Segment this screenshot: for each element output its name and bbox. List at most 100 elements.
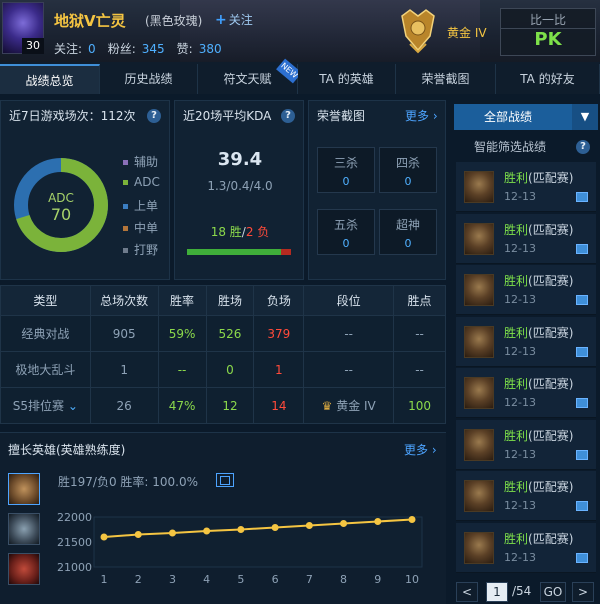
likes-label: 赞: (176, 42, 193, 56)
col-points: 胜点 (393, 285, 446, 316)
match-result: 胜利(匹配赛) (504, 274, 574, 288)
page-input[interactable]: 1 (486, 582, 508, 602)
heroes-more-link[interactable]: 更多 › (404, 441, 437, 458)
image-icon[interactable] (576, 501, 588, 511)
ranked-type-cell[interactable]: S5排位赛 ⌄ (0, 387, 91, 424)
match-date: 12-13 (504, 344, 536, 358)
tab-bar: 战绩总览 历史战绩 符文天赋 NEW TA 的英雄 荣誉截图 TA 的好友 (0, 58, 600, 94)
tab-friends[interactable]: TA 的好友 (496, 64, 600, 94)
match-date: 12-13 (504, 499, 536, 512)
follow-label: 关注 (228, 13, 253, 27)
hero-thumb-2[interactable] (8, 513, 40, 545)
tab-honor-screenshots[interactable]: 荣誉截图 (396, 64, 496, 94)
triple-kill-box: 三杀 0 (317, 147, 375, 193)
chevron-right-icon: › (431, 443, 437, 457)
data-point (340, 520, 348, 527)
server-name: (黑色玫瑰) (145, 14, 203, 28)
list-item[interactable]: 胜利(匹配赛) 12-13 (456, 316, 596, 367)
image-icon[interactable] (576, 295, 588, 305)
list-item[interactable]: 胜利(匹配赛) 12-13 (456, 265, 596, 315)
champion-avatar (464, 428, 494, 461)
mastery-line-chart: 22000 21500 21000 1 2 3 4 5 6 7 8 9 10 (57, 511, 423, 586)
tab-history[interactable]: 历史战绩 (100, 64, 198, 94)
image-icon[interactable] (576, 552, 588, 563)
match-date: 12-13 (504, 190, 536, 203)
legend-top: 上单 (123, 197, 158, 214)
list-item[interactable]: 胜利(匹配赛) 12-13 (456, 419, 596, 470)
col-tier: 段位 (303, 285, 395, 316)
page-total: /54 (512, 584, 532, 598)
champion-avatar (464, 171, 494, 203)
chart-plot-area (93, 516, 423, 568)
list-item[interactable]: 胜利(匹配赛) 12-13 (456, 213, 596, 264)
list-item[interactable]: 胜利(匹配赛) 12-13 (456, 471, 596, 521)
champion-avatar (464, 531, 494, 564)
match-result: 胜利(匹配赛) (504, 428, 574, 443)
legend-support: 辅助 (123, 153, 158, 170)
compare-title: 比一比 (501, 11, 595, 29)
image-icon[interactable] (576, 398, 588, 408)
go-button[interactable]: GO (540, 582, 566, 602)
smart-filter-link[interactable]: 智能筛选战绩 (474, 138, 546, 155)
chevron-down-icon[interactable]: ▼ (572, 104, 598, 130)
help-icon[interactable]: ? (576, 140, 590, 154)
image-icon[interactable] (576, 243, 588, 254)
honor-title: 荣誉截图 (317, 109, 366, 123)
help-icon[interactable]: ? (281, 109, 295, 123)
x-tick-label: 8 (340, 573, 347, 586)
hero-thumb-1[interactable] (8, 473, 40, 505)
match-result: 胜利(匹配赛) (504, 531, 574, 546)
kda-value: 39.4 (217, 149, 263, 170)
win-loss-text: 18 胜/2 负 (210, 225, 270, 239)
follow-button[interactable]: + 关注 (215, 11, 253, 28)
data-point (271, 524, 279, 531)
hero-thumb-3[interactable] (8, 553, 40, 585)
next-page-button[interactable]: > (572, 582, 594, 602)
y-tick-label: 22000 (57, 511, 92, 524)
list-item[interactable]: 胜利(匹配赛) 12-13 (456, 162, 596, 212)
help-icon[interactable]: ? (147, 109, 161, 123)
match-date: 12-13 (504, 241, 536, 255)
table-row: S5排位赛 ⌄ 26 47% 12 14 ♛ 黄金 IV 100 (0, 387, 446, 424)
compare-pk-button[interactable]: 比一比 PK (500, 8, 596, 56)
list-item[interactable]: 胜利(匹配赛) 12-13 (456, 368, 596, 418)
honor-more-link[interactable]: 更多 › (405, 107, 438, 124)
image-icon[interactable] (576, 449, 588, 460)
x-tick-label: 6 (272, 573, 279, 586)
table-header-row: 类型 总场次数 胜率 胜场 负场 段位 胜点 (0, 285, 446, 316)
donut-label: ADC (48, 191, 74, 205)
donut-value: 70 (51, 205, 71, 224)
kda-title: 近20场平均KDA (183, 109, 272, 123)
chevron-right-icon: › (432, 109, 438, 123)
recent-games-panel: 近7日游戏场次：112次 ? ADC 70 辅助 ADC 上单 中单 打野 (0, 100, 170, 280)
hero-stats: 胜197/负0 胜率: 100.0% (58, 475, 199, 489)
image-icon[interactable] (576, 192, 588, 202)
pk-label: PK (534, 29, 562, 50)
tab-overview[interactable]: 战绩总览 (0, 64, 100, 94)
x-tick-label: 1 (101, 573, 108, 586)
rank-label: 黄金 IV (447, 26, 487, 40)
table-row: 经典对战 905 59% 526 379 -- -- (0, 315, 446, 352)
chevron-down-icon: ⌄ (67, 399, 78, 413)
data-point (408, 516, 416, 523)
gold-rank-icon: ♛ (321, 399, 333, 413)
recent-games-title: 近7日游戏场次：112次 (9, 109, 136, 123)
x-tick-label: 2 (135, 573, 142, 586)
match-result: 胜利(匹配赛) (504, 480, 574, 494)
match-date: 12-13 (504, 447, 536, 461)
data-point (237, 526, 245, 533)
data-point (203, 527, 211, 535)
win-bar-fill (187, 249, 281, 255)
champion-avatar (464, 480, 494, 512)
col-losses: 负场 (253, 285, 305, 316)
y-tick-label: 21500 (57, 536, 92, 549)
image-icon[interactable] (576, 346, 588, 357)
profile-header: 30 地狱V亡灵 (黑色玫瑰) + 关注 关注: 0 粉丝: 345 赞: 380 黄金 I… (0, 0, 600, 62)
copy-icon[interactable] (216, 473, 234, 487)
champion-avatar (464, 377, 494, 409)
tab-heroes[interactable]: TA 的英雄 (298, 64, 396, 94)
prev-page-button[interactable]: < (456, 582, 478, 602)
list-item[interactable]: 胜利(匹配赛) 12-13 (456, 522, 596, 573)
all-records-dropdown[interactable]: 全部战绩 ▼ (454, 104, 598, 130)
col-wins: 胜场 (205, 285, 255, 316)
